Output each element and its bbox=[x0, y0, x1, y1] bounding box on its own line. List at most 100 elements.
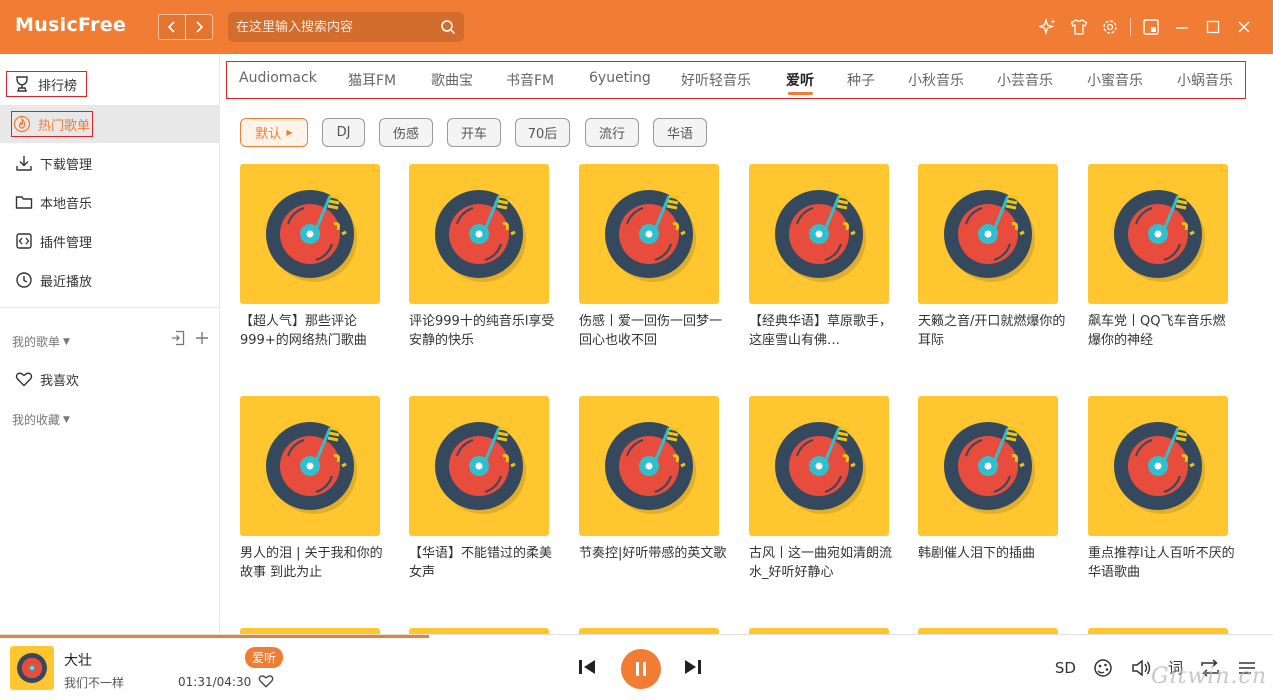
player-bar: 大壮 我们不一样 爱听 01:31/04:30 SD 词 bbox=[0, 634, 1273, 700]
plugin-tabs: Audiomack 猫耳FM 歌曲宝 书音FM 6yueting 好听轻音乐 爱… bbox=[226, 61, 1246, 99]
playback-progress-bar[interactable] bbox=[0, 635, 429, 638]
filter-70s[interactable]: 70后 bbox=[515, 118, 570, 147]
settings-gear-icon[interactable] bbox=[1099, 16, 1121, 38]
vinyl-record-icon bbox=[1114, 190, 1205, 282]
skip-previous-icon bbox=[579, 660, 595, 674]
tab-xiaomi[interactable]: 小蜜音乐 bbox=[1087, 70, 1143, 90]
maximize-icon[interactable] bbox=[1202, 16, 1224, 38]
my-playlists-toggle[interactable]: 我的歌单 ▼ bbox=[12, 333, 70, 350]
vinyl-record-icon bbox=[605, 422, 696, 514]
playlist-cover[interactable] bbox=[579, 396, 719, 536]
filter-sad[interactable]: 伤感 bbox=[379, 118, 433, 147]
playlist-cover[interactable] bbox=[579, 164, 719, 304]
vinyl-record-icon bbox=[775, 190, 866, 282]
sidebar-item-plugins[interactable]: 插件管理 bbox=[0, 222, 219, 260]
playlist-cover[interactable] bbox=[240, 164, 380, 304]
volume-icon[interactable] bbox=[1130, 658, 1152, 678]
playlist-cover[interactable] bbox=[409, 396, 549, 536]
filter-pop[interactable]: 流行 bbox=[585, 118, 639, 147]
playlist-cover[interactable] bbox=[409, 164, 549, 304]
search-icon[interactable] bbox=[440, 19, 456, 35]
playlist-title[interactable]: 伤感丨爱一回伤一回梦一回心也收不回 bbox=[579, 312, 727, 350]
previous-button[interactable] bbox=[577, 658, 597, 676]
filter-dj[interactable]: DJ bbox=[322, 118, 365, 147]
tab-xiaoqiu[interactable]: 小秋音乐 bbox=[908, 70, 964, 90]
sidebar-item-local-music[interactable]: 本地音乐 bbox=[0, 183, 219, 221]
playlist-card[interactable]: 重点推荐l让人百听不厌的华语歌曲 bbox=[1088, 396, 1238, 582]
playlist-cover[interactable] bbox=[1088, 396, 1228, 536]
playlist-title[interactable]: 【经典华语】草原歌手，这座雪山有佛… bbox=[749, 312, 897, 350]
close-icon[interactable] bbox=[1233, 16, 1255, 38]
tab-shuyin-fm[interactable]: 书音FM bbox=[506, 70, 554, 90]
playlist-title[interactable]: 重点推荐l让人百听不厌的华语歌曲 bbox=[1088, 544, 1236, 582]
import-playlist-icon[interactable] bbox=[171, 330, 185, 346]
tab-audiomack[interactable]: Audiomack bbox=[239, 70, 317, 86]
playlist-card[interactable]: 古风丨这一曲宛如清朗流水_好听好静心 bbox=[749, 396, 899, 582]
sidebar-item-charts[interactable]: 排行榜 bbox=[0, 65, 219, 103]
source-badge: 爱听 bbox=[245, 647, 284, 668]
tab-maoer-fm[interactable]: 猫耳FM bbox=[348, 70, 396, 90]
tab-zhongzi[interactable]: 种子 bbox=[847, 70, 875, 90]
playlist-card[interactable]: 【华语】不能错过的柔美女声 bbox=[409, 396, 559, 582]
playlist-title[interactable]: 韩剧催人泪下的插曲 bbox=[918, 544, 1066, 582]
playlist-title[interactable]: 节奏控|好听带感的英文歌 bbox=[579, 544, 727, 582]
playlist-title[interactable]: 男人的泪 | 关于我和你的故事 到此为止 bbox=[240, 544, 388, 582]
search-input[interactable] bbox=[236, 19, 440, 35]
forward-button[interactable] bbox=[185, 14, 213, 40]
playlist-card[interactable]: 【经典华语】草原歌手，这座雪山有佛… bbox=[749, 164, 899, 350]
playlist-cover[interactable] bbox=[918, 396, 1058, 536]
back-button[interactable] bbox=[158, 14, 186, 40]
vinyl-record-icon bbox=[1114, 422, 1205, 514]
play-pause-button[interactable] bbox=[621, 649, 661, 689]
filter-driving[interactable]: 开车 bbox=[447, 118, 501, 147]
sidebar-item-hot-playlists[interactable]: 热门歌单 bbox=[0, 105, 219, 143]
playlist-title[interactable]: 【超人气】那些评论999+的网络热门歌曲 bbox=[240, 312, 388, 350]
playlist-card[interactable]: 天籁之音/开口就燃爆你的耳际 bbox=[918, 164, 1068, 350]
add-playlist-icon[interactable] bbox=[195, 331, 209, 345]
sidebar-item-label: 插件管理 bbox=[40, 235, 93, 251]
theme-shirt-icon[interactable] bbox=[1068, 16, 1090, 38]
tab-aiting[interactable]: 爱听 bbox=[786, 70, 814, 90]
sound-effect-icon[interactable] bbox=[1092, 658, 1114, 678]
playlist-title[interactable]: 飙车党丨QQ飞车音乐燃爆你的神经 bbox=[1088, 312, 1236, 350]
my-collections-toggle[interactable]: 我的收藏 ▼ bbox=[12, 411, 70, 428]
chevron-right-icon bbox=[196, 21, 204, 33]
playlist-title[interactable]: 天籁之音/开口就燃爆你的耳际 bbox=[918, 312, 1066, 350]
sidebar-item-downloads[interactable]: 下载管理 bbox=[0, 144, 219, 182]
playlist-card[interactable]: 飙车党丨QQ飞车音乐燃爆你的神经 bbox=[1088, 164, 1238, 350]
tab-gequbao[interactable]: 歌曲宝 bbox=[431, 70, 473, 90]
sidebar-item-recent[interactable]: 最近播放 bbox=[0, 261, 219, 299]
playlist-card[interactable]: 韩剧催人泪下的插曲 bbox=[918, 396, 1068, 582]
highlight-box: 热门歌单 bbox=[11, 111, 94, 137]
playlist-cover[interactable] bbox=[1088, 164, 1228, 304]
heart-icon bbox=[258, 675, 274, 688]
sparkle-icon[interactable] bbox=[1037, 16, 1059, 38]
mini-mode-icon[interactable] bbox=[1140, 16, 1162, 38]
sidebar-item-favorites[interactable]: 我喜欢 bbox=[0, 360, 219, 398]
playlist-title[interactable]: 【华语】不能错过的柔美女声 bbox=[409, 544, 557, 582]
filter-chinese[interactable]: 华语 bbox=[653, 118, 707, 147]
tab-6yueting[interactable]: 6yueting bbox=[589, 70, 651, 86]
now-playing-cover[interactable] bbox=[10, 646, 54, 690]
filter-default[interactable]: 默认 ▶ bbox=[240, 118, 308, 147]
like-button[interactable] bbox=[258, 673, 274, 693]
tab-xiaowo[interactable]: 小蜗音乐 bbox=[1177, 70, 1233, 90]
minimize-icon[interactable] bbox=[1171, 16, 1193, 38]
playlist-cover[interactable] bbox=[918, 164, 1058, 304]
playlist-title[interactable]: 古风丨这一曲宛如清朗流水_好听好静心 bbox=[749, 544, 897, 582]
quality-button[interactable]: SD bbox=[1055, 659, 1076, 677]
clock-icon bbox=[14, 270, 34, 290]
playlist-card[interactable]: 【超人气】那些评论999+的网络热门歌曲 bbox=[240, 164, 390, 350]
playlist-card[interactable]: 评论999十的纯音乐l享受安静的快乐 bbox=[409, 164, 559, 350]
playlist-title[interactable]: 评论999十的纯音乐l享受安静的快乐 bbox=[409, 312, 557, 350]
sidebar-item-label: 最近播放 bbox=[40, 274, 93, 290]
next-button[interactable] bbox=[683, 658, 703, 676]
playlist-card[interactable]: 伤感丨爱一回伤一回梦一回心也收不回 bbox=[579, 164, 729, 350]
playlist-cover[interactable] bbox=[749, 396, 889, 536]
playlist-cover[interactable] bbox=[749, 164, 889, 304]
tab-haoting[interactable]: 好听轻音乐 bbox=[681, 70, 751, 90]
playlist-card[interactable]: 节奏控|好听带感的英文歌 bbox=[579, 396, 729, 582]
playlist-cover[interactable] bbox=[240, 396, 380, 536]
playlist-card[interactable]: 男人的泪 | 关于我和你的故事 到此为止 bbox=[240, 396, 390, 582]
tab-xiaoyun[interactable]: 小芸音乐 bbox=[997, 70, 1053, 90]
